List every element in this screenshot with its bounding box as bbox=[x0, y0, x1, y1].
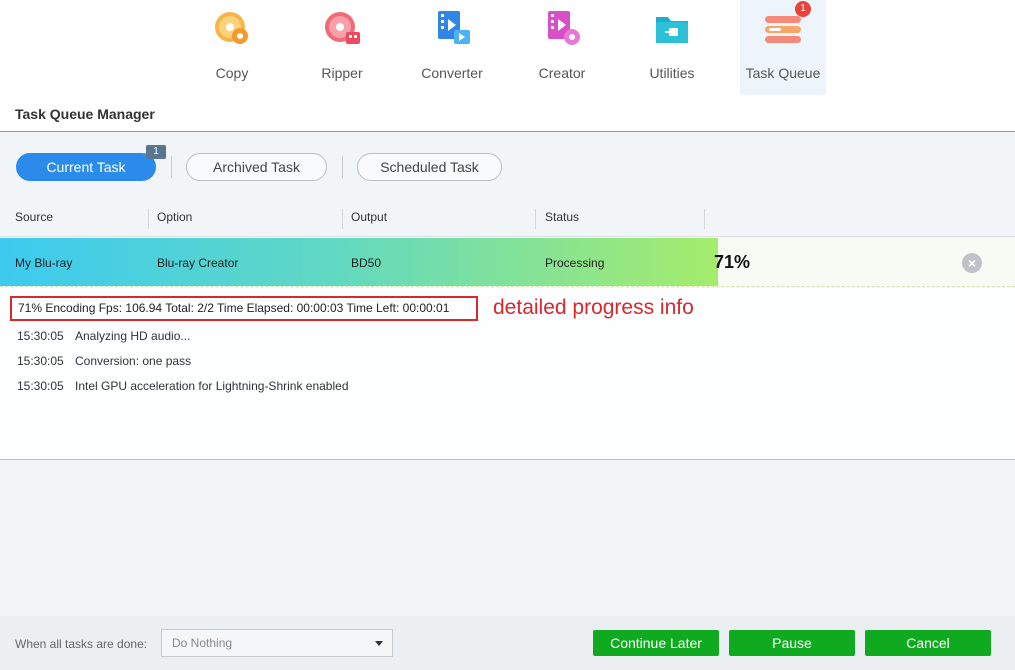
tab-archived-task[interactable]: Archived Task bbox=[186, 153, 327, 181]
log-entry: 15:30:05 Intel GPU acceleration for Light… bbox=[17, 379, 349, 393]
chevron-down-icon bbox=[375, 641, 383, 646]
footer-bar bbox=[0, 616, 1015, 670]
tab-current-task[interactable]: Current Task bbox=[16, 153, 156, 181]
nav-creator[interactable]: Creator bbox=[519, 0, 605, 95]
detailed-progress-info: 71% Encoding Fps: 106.94 Total: 2/2 Time… bbox=[10, 296, 478, 321]
log-message: Intel GPU acceleration for Lightning-Shr… bbox=[75, 379, 349, 393]
column-header-status[interactable]: Status bbox=[545, 210, 579, 224]
ripper-disc-icon bbox=[325, 12, 360, 44]
column-header-source[interactable]: Source bbox=[15, 210, 53, 224]
task-status: Processing bbox=[545, 256, 605, 270]
nav-ripper-label: Ripper bbox=[321, 65, 363, 81]
nav-copy-label: Copy bbox=[215, 65, 249, 81]
log-time: 15:30:05 bbox=[17, 379, 64, 393]
column-header-output[interactable]: Output bbox=[351, 210, 387, 224]
tab-divider bbox=[342, 156, 343, 178]
nav-task-queue[interactable]: 1 Task Queue bbox=[740, 0, 826, 95]
nav-ripper[interactable]: Ripper bbox=[299, 0, 385, 95]
remove-task-button[interactable]: × bbox=[962, 253, 982, 273]
when-done-label: When all tasks are done: bbox=[15, 637, 148, 651]
table-row[interactable]: My Blu-ray Blu-ray Creator BD50 Processi… bbox=[0, 238, 1015, 287]
tab-scheduled-task[interactable]: Scheduled Task bbox=[357, 153, 502, 181]
continue-later-button[interactable]: Continue Later bbox=[593, 630, 719, 656]
when-done-value: Do Nothing bbox=[172, 636, 233, 650]
converter-film-icon bbox=[438, 11, 470, 44]
creator-film-icon bbox=[548, 11, 580, 45]
log-entry: 15:30:05 Conversion: one pass bbox=[17, 354, 191, 368]
tab-divider bbox=[171, 156, 172, 178]
log-message: Analyzing HD audio... bbox=[75, 329, 191, 343]
column-divider bbox=[535, 209, 536, 229]
nav-copy[interactable]: Copy bbox=[189, 0, 275, 95]
nav-utilities[interactable]: Utilities bbox=[629, 0, 715, 95]
task-queue-badge: 1 bbox=[795, 1, 811, 17]
column-divider bbox=[342, 209, 343, 229]
log-time: 15:30:05 bbox=[17, 354, 64, 368]
top-navigation: Copy Ripper Converter Creator Utilities … bbox=[0, 0, 1015, 100]
nav-task-queue-label: Task Queue bbox=[745, 65, 821, 81]
log-time: 15:30:05 bbox=[17, 329, 64, 343]
log-message: Conversion: one pass bbox=[75, 354, 192, 368]
copy-disc-icon bbox=[215, 12, 248, 44]
task-output: BD50 bbox=[351, 256, 382, 270]
when-done-select[interactable]: Do Nothing bbox=[161, 629, 393, 657]
progress-percent: 71% bbox=[714, 252, 751, 272]
column-header-option[interactable]: Option bbox=[157, 210, 192, 224]
close-icon: × bbox=[967, 255, 977, 271]
current-task-count-badge: 1 bbox=[146, 145, 166, 159]
utilities-folder-icon bbox=[656, 17, 688, 43]
nav-converter-label: Converter bbox=[421, 65, 483, 81]
annotation-label: detailed progress info bbox=[493, 296, 694, 319]
header-divider bbox=[0, 236, 1015, 237]
nav-converter[interactable]: Converter bbox=[409, 0, 495, 95]
page-title: Task Queue Manager bbox=[15, 106, 155, 122]
task-source: My Blu-ray bbox=[15, 256, 73, 270]
nav-utilities-label: Utilities bbox=[649, 65, 695, 81]
pause-button[interactable]: Pause bbox=[729, 630, 855, 656]
column-divider bbox=[148, 209, 149, 229]
task-option: Blu-ray Creator bbox=[157, 256, 239, 270]
column-divider bbox=[704, 209, 705, 229]
log-entry: 15:30:05 Analyzing HD audio... bbox=[17, 329, 190, 343]
nav-creator-label: Creator bbox=[538, 65, 586, 81]
cancel-button[interactable]: Cancel bbox=[865, 630, 991, 656]
